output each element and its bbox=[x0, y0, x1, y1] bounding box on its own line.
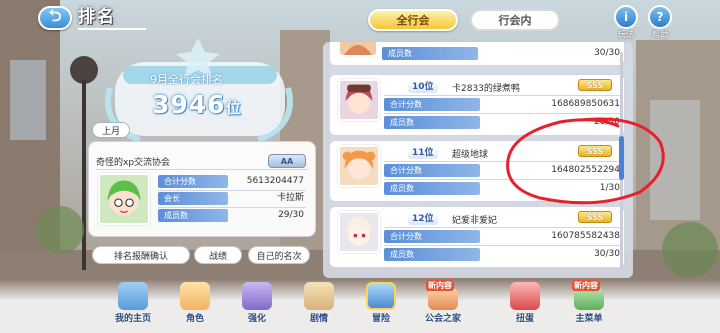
total-score-value: 160785582438 bbox=[551, 231, 620, 241]
leader-value: 卡拉斯 bbox=[276, 193, 304, 203]
nav-label: 主菜单 bbox=[575, 314, 603, 324]
list-item[interactable]: 成员数 30/30 bbox=[329, 42, 625, 66]
info-label: 玩法 bbox=[618, 30, 634, 39]
enhance-icon bbox=[242, 282, 272, 310]
nav-main-menu[interactable]: 新内容 主菜单 bbox=[560, 280, 618, 330]
new-content-tag: 新内容 bbox=[426, 280, 454, 291]
guild-rank-badge: AA bbox=[268, 154, 306, 168]
back-button[interactable]: ⮌ bbox=[38, 6, 72, 30]
entry-rank: 11位 bbox=[408, 147, 438, 159]
monthly-rank-title: 9月全行会排名 bbox=[150, 73, 223, 86]
tab-in-guild[interactable]: 行会内 bbox=[470, 9, 560, 31]
rank-suffix: 位 bbox=[225, 99, 242, 117]
entry-rank: 12位 bbox=[408, 213, 438, 225]
nav-label: 公会之家 bbox=[424, 314, 461, 324]
guild-avatar bbox=[338, 211, 380, 253]
total-score-label: 合计分数 bbox=[384, 230, 480, 243]
divider bbox=[158, 207, 306, 208]
new-content-tag: 新内容 bbox=[572, 280, 600, 291]
members-label: 成员数 bbox=[384, 116, 480, 129]
members-label: 成员数 bbox=[158, 209, 228, 222]
leader-label: 会长 bbox=[158, 192, 228, 205]
divider bbox=[158, 190, 306, 191]
members-value: 30/30 bbox=[594, 249, 620, 259]
nav-label: 冒险 bbox=[371, 314, 390, 324]
divider bbox=[384, 227, 620, 228]
page-title: 排名 bbox=[78, 6, 146, 30]
entry-rank: 10位 bbox=[408, 81, 438, 93]
total-score-label: 合计分数 bbox=[384, 98, 480, 111]
leader-avatar bbox=[98, 173, 150, 225]
entry-name: 妃爱非爱妃 bbox=[452, 216, 498, 226]
total-score-value: 5613204477 bbox=[246, 176, 304, 186]
nav-adventure[interactable]: 冒险 bbox=[352, 282, 410, 330]
nav-label: 剧情 bbox=[309, 314, 328, 324]
info-icon[interactable]: i bbox=[614, 5, 638, 29]
members-value: 29/30 bbox=[278, 210, 304, 220]
entry-name: 超级地球 bbox=[452, 150, 489, 160]
home-icon bbox=[118, 282, 148, 310]
main-menu-icon bbox=[574, 288, 604, 310]
guild-avatar bbox=[338, 79, 380, 121]
my-guild-name: 奇怪的xp交流协会 bbox=[96, 158, 171, 168]
members-label: 成员数 bbox=[382, 47, 478, 60]
guild-avatar bbox=[340, 42, 376, 55]
nav-enhance[interactable]: 强化 bbox=[228, 282, 286, 330]
help-icon[interactable]: ? bbox=[648, 5, 672, 29]
total-score-label: 合计分数 bbox=[158, 175, 228, 188]
nav-my-home[interactable]: 我的主页 bbox=[104, 282, 162, 330]
nav-character[interactable]: 角色 bbox=[166, 282, 224, 330]
total-score-value: 168689850631 bbox=[551, 99, 620, 109]
members-label: 成员数 bbox=[384, 182, 480, 195]
nav-label: 强化 bbox=[247, 314, 266, 324]
red-circle-annotation bbox=[506, 117, 665, 205]
list-item[interactable]: 12位 妃爱非爱妃 SSS 合计分数 160785582438 成员数 30/3… bbox=[329, 206, 625, 268]
nav-label: 角色 bbox=[185, 314, 204, 324]
rank-badge: SSS bbox=[578, 211, 612, 223]
guild-avatar bbox=[338, 145, 380, 187]
gacha-icon bbox=[510, 282, 540, 310]
story-icon bbox=[304, 282, 334, 310]
tab-all-guilds[interactable]: 全行会 bbox=[368, 9, 458, 31]
rank-badge: SSS bbox=[578, 79, 612, 91]
members-value: 30/30 bbox=[594, 48, 620, 58]
nav-label: 我的主页 bbox=[114, 314, 151, 324]
divider bbox=[96, 169, 308, 170]
reward-confirm-button[interactable]: 排名报酬确认 bbox=[92, 246, 190, 264]
monthly-rank-number: 3946位 bbox=[152, 90, 242, 119]
character-icon bbox=[180, 282, 210, 310]
divider bbox=[384, 95, 620, 96]
last-month-tag: 上月 bbox=[92, 122, 130, 138]
nav-guild-house[interactable]: 新内容 公会之家 bbox=[414, 280, 472, 330]
help-label: 帮助 bbox=[652, 30, 668, 39]
adventure-icon bbox=[366, 282, 396, 310]
entry-name: 卡2833的绿煮鸭 bbox=[452, 84, 520, 94]
nav-gacha[interactable]: 扭蛋 bbox=[496, 282, 554, 330]
nav-story[interactable]: 剧情 bbox=[290, 282, 348, 330]
total-score-label: 合计分数 bbox=[384, 164, 480, 177]
own-rank-button[interactable]: 自己的名次 bbox=[248, 246, 310, 264]
guild-house-icon bbox=[428, 288, 458, 310]
members-label: 成员数 bbox=[384, 248, 480, 261]
nav-label: 扭蛋 bbox=[515, 314, 534, 324]
divider bbox=[384, 245, 620, 246]
back-arrow-icon: ⮌ bbox=[48, 5, 62, 25]
record-button[interactable]: 战绩 bbox=[194, 246, 242, 264]
